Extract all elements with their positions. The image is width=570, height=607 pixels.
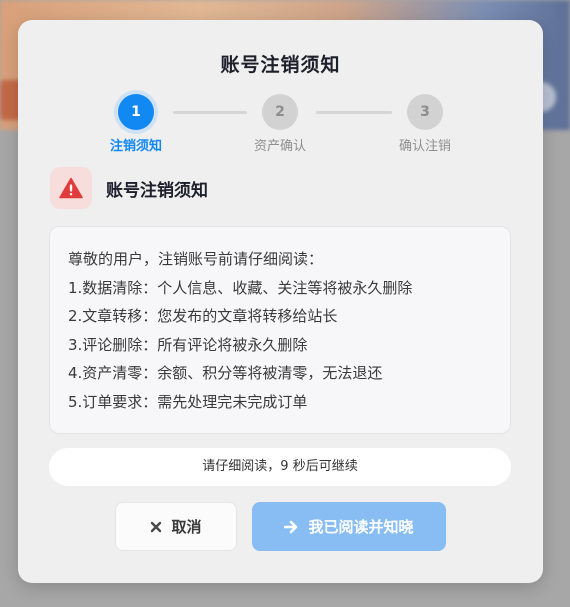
confirm-read-button[interactable]: 我已阅读并知晓 bbox=[252, 502, 446, 551]
notice-intro: 尊敬的用户，注销账号前请仔细阅读： bbox=[68, 250, 324, 268]
modal-title: 账号注销须知 bbox=[220, 54, 341, 76]
warning-icon-box bbox=[50, 167, 92, 209]
step-3: 3 确认注销 bbox=[385, 94, 465, 154]
step-3-number: 3 bbox=[407, 94, 443, 130]
notice-item-asset-clear: 4.资产清零：余额、积分等将被清零，无法退还 bbox=[68, 364, 383, 383]
step-2-label: 资产确认 bbox=[253, 139, 306, 154]
notice-item-comment-delete: 3.评论删除：所有评论将被永久删除 bbox=[68, 335, 308, 354]
cancel-button[interactable]: 取消 bbox=[115, 502, 237, 551]
step-1-label: 注销须知 bbox=[109, 139, 162, 154]
step-1: 1 注销须知 bbox=[96, 94, 176, 154]
warning-header: 账号注销须知 bbox=[50, 166, 208, 210]
notice-item-article-transfer: 2.文章转移：您发布的文章将转移给站长 bbox=[68, 307, 338, 326]
warning-title: 账号注销须知 bbox=[106, 180, 208, 201]
step-2-number: 2 bbox=[262, 94, 298, 130]
account-deletion-modal: 账号注销须知 1 注销须知 2 资产确认 3 确认注销 账号注销须知 尊敬的用户… bbox=[18, 20, 543, 583]
notice-item-data-clear: 1.数据清除：个人信息、收藏、关注等将被永久删除 bbox=[68, 278, 413, 297]
arrow-right-icon bbox=[284, 520, 299, 534]
cancel-button-label: 取消 bbox=[171, 518, 202, 536]
stepper: 1 注销须知 2 资产确认 3 确认注销 bbox=[18, 94, 543, 154]
step-connector-2 bbox=[316, 111, 392, 114]
confirm-button-label: 我已阅读并知晓 bbox=[308, 518, 414, 536]
close-icon bbox=[150, 521, 162, 533]
warning-triangle-icon bbox=[59, 177, 83, 199]
countdown-notice: 请仔细阅读，9 秒后可继续 bbox=[49, 448, 511, 486]
notice-box: 尊敬的用户，注销账号前请仔细阅读： 1.数据清除：个人信息、收藏、关注等将被永久… bbox=[49, 226, 511, 434]
step-3-label: 确认注销 bbox=[398, 139, 451, 154]
step-1-number: 1 bbox=[118, 94, 154, 130]
notice-item-order-requirement: 5.订单要求：需先处理完未完成订单 bbox=[68, 392, 308, 411]
step-connector-1 bbox=[173, 111, 247, 114]
step-2: 2 资产确认 bbox=[240, 94, 320, 154]
